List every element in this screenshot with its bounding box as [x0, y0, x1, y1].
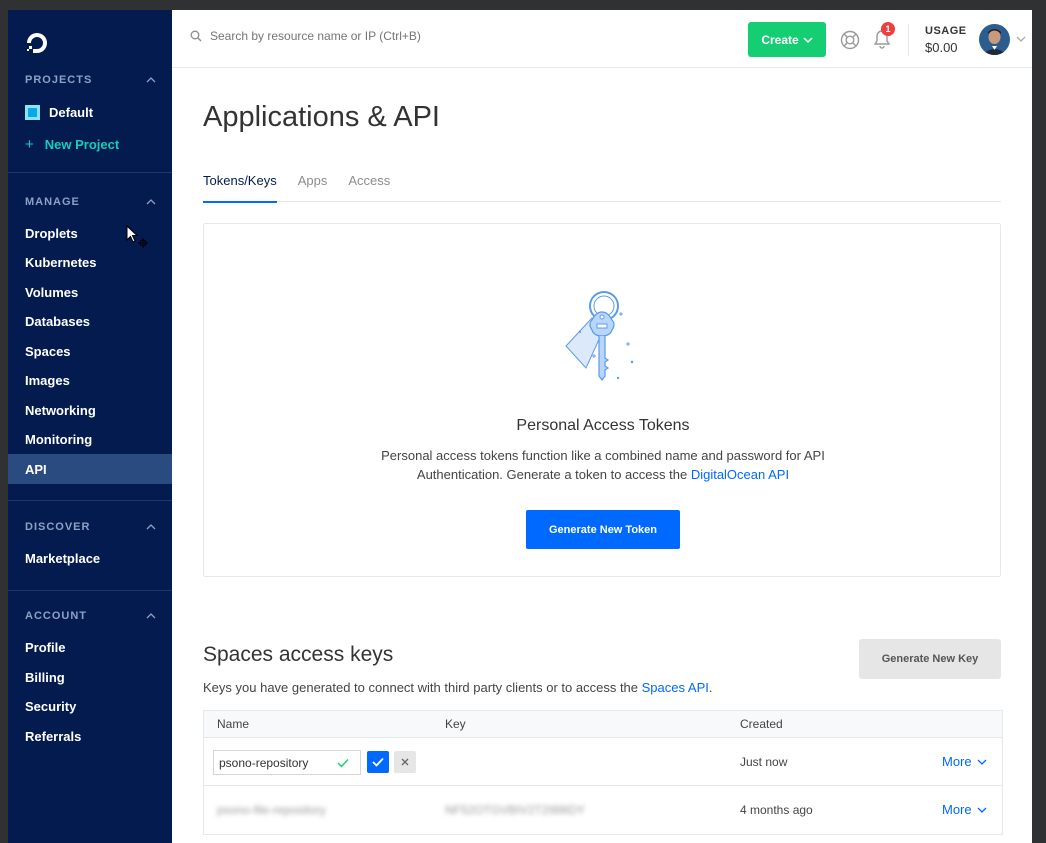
column-header-key: Key	[445, 717, 466, 731]
created-value: Just now	[740, 755, 788, 769]
chevron-up-icon	[146, 524, 156, 530]
sidebar-divider	[8, 500, 172, 501]
created-value: 4 months ago	[740, 803, 813, 817]
discover-title: DISCOVER	[25, 521, 91, 533]
chevron-up-icon	[146, 199, 156, 205]
personal-access-tokens-card: Personal Access Tokens Personal access t…	[203, 223, 1001, 577]
create-button[interactable]: Create	[748, 22, 826, 57]
page-title: Applications & API	[203, 101, 440, 133]
account-title: ACCOUNT	[25, 610, 87, 622]
spaces-keys-description: Keys you have generated to connect with …	[203, 680, 712, 695]
app-window: PROJECTS Default + New Project MANAGE Dr…	[8, 10, 1032, 843]
tokens-description: Personal access tokens function like a c…	[364, 446, 842, 484]
usage-label: USAGE	[925, 25, 967, 37]
projects-title: PROJECTS	[25, 74, 93, 86]
search-bar	[190, 29, 490, 43]
table-header: Name Key Created	[204, 711, 1002, 738]
chevron-up-icon	[146, 77, 156, 83]
cancel-rename-button[interactable]	[394, 751, 416, 773]
more-label: More	[942, 802, 972, 817]
new-project-link[interactable]: + New Project	[25, 136, 119, 153]
plus-icon: +	[25, 136, 34, 153]
manage-title: MANAGE	[25, 196, 80, 208]
notification-badge: 1	[881, 22, 895, 36]
table-row: Just now More	[204, 738, 1002, 786]
spaces-keys-table: Name Key Created Just now More	[203, 710, 1003, 835]
spaces-desc-end: .	[708, 680, 713, 695]
top-bar: Create 1 USAGE $0.00	[172, 10, 1032, 68]
sidebar-item-monitoring[interactable]: Monitoring	[8, 424, 172, 454]
valid-check-icon	[337, 758, 349, 768]
sidebar-item-security[interactable]: Security	[8, 691, 172, 721]
close-icon	[401, 758, 409, 766]
chevron-up-icon	[146, 613, 156, 619]
usage-value: $0.00	[925, 40, 958, 55]
column-header-created: Created	[740, 717, 783, 731]
column-header-name: Name	[217, 717, 250, 731]
key-value: NF52OTGVBIV2T2I89IDY	[445, 803, 586, 817]
key-name-edit-field	[213, 750, 361, 775]
sidebar-item-api[interactable]: API	[8, 454, 172, 484]
sidebar-item-networking[interactable]: Networking	[8, 395, 172, 425]
spaces-api-link[interactable]: Spaces API	[642, 680, 709, 695]
sidebar-divider	[8, 172, 172, 173]
search-icon	[190, 30, 202, 42]
project-default-label: Default	[49, 105, 94, 120]
chevron-down-icon	[977, 759, 987, 765]
tokens-desc-line2-text: Authentication. Generate a token to acce…	[416, 467, 691, 482]
tokens-desc-line1: Personal access tokens function like a c…	[381, 448, 825, 463]
table-row: psono-file-repository NF52OTGVBIV2T2I89I…	[204, 786, 1002, 834]
sidebar-item-volumes[interactable]: Volumes	[8, 277, 172, 307]
sidebar-item-databases[interactable]: Databases	[8, 306, 172, 336]
generate-new-token-button[interactable]: Generate New Token	[526, 510, 680, 549]
key-illustration-icon	[565, 291, 634, 381]
search-input[interactable]	[210, 29, 490, 43]
usage-summary[interactable]: USAGE $0.00	[925, 25, 967, 55]
chevron-down-icon	[977, 807, 987, 813]
digitalocean-logo-icon[interactable]	[24, 30, 50, 56]
discover-section-title[interactable]: DISCOVER	[25, 521, 156, 533]
tab-apps[interactable]: Apps	[298, 173, 328, 202]
sidebar-item-referrals[interactable]: Referrals	[8, 721, 172, 751]
sidebar: PROJECTS Default + New Project MANAGE Dr…	[8, 10, 172, 843]
more-menu-button[interactable]: More	[942, 802, 987, 817]
create-label: Create	[761, 32, 799, 47]
tab-access[interactable]: Access	[348, 173, 390, 202]
more-menu-button[interactable]: More	[942, 754, 987, 769]
sidebar-item-images[interactable]: Images	[8, 365, 172, 395]
digitalocean-api-link[interactable]: DigitalOcean API	[691, 467, 789, 482]
tokens-desc-line2: Authentication. Generate a token to acce…	[364, 465, 842, 484]
more-label: More	[942, 754, 972, 769]
user-avatar[interactable]	[979, 24, 1010, 55]
project-icon	[25, 105, 40, 120]
sidebar-item-marketplace[interactable]: Marketplace	[8, 543, 172, 573]
new-project-label: New Project	[44, 137, 120, 152]
check-icon	[372, 757, 384, 767]
sidebar-item-profile[interactable]: Profile	[8, 632, 172, 662]
account-section-title[interactable]: ACCOUNT	[25, 610, 156, 622]
topbar-divider	[908, 24, 909, 56]
sidebar-item-spaces[interactable]: Spaces	[8, 336, 172, 366]
key-name-input[interactable]	[219, 755, 337, 770]
sidebar-divider	[8, 590, 172, 591]
chevron-down-icon[interactable]	[1016, 34, 1026, 44]
sidebar-item-kubernetes[interactable]: Kubernetes	[8, 247, 172, 277]
spaces-keys-title: Spaces access keys	[203, 643, 394, 666]
generate-new-key-button[interactable]: Generate New Key	[859, 639, 1001, 679]
mouse-cursor-icon	[126, 225, 148, 248]
spaces-desc-text: Keys you have generated to connect with …	[203, 680, 642, 695]
help-lifebuoy-icon[interactable]	[840, 30, 860, 50]
sidebar-item-billing[interactable]: Billing	[8, 662, 172, 692]
tab-bar: Tokens/Keys Apps Access	[203, 173, 1001, 203]
tab-tokens-keys[interactable]: Tokens/Keys	[203, 173, 277, 203]
tokens-title: Personal Access Tokens	[516, 417, 690, 434]
manage-section-title[interactable]: MANAGE	[25, 196, 156, 208]
sidebar-item-default-project[interactable]: Default	[25, 105, 93, 120]
key-name-value: psono-file-repository	[217, 803, 326, 817]
projects-section-title[interactable]: PROJECTS	[25, 74, 156, 86]
chevron-down-icon	[803, 36, 813, 43]
confirm-rename-button[interactable]	[367, 751, 389, 773]
